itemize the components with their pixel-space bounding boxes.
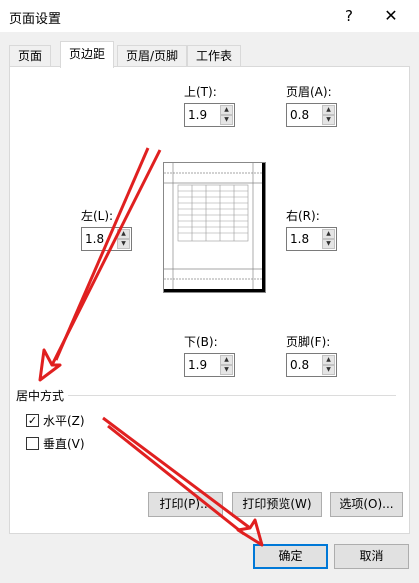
right-margin-value[interactable]: 1.8 (290, 232, 309, 246)
horizontal-checkbox-label[interactable]: 水平(Z) (43, 412, 85, 429)
margins-panel: 上(T): 1.9 ▲ ▼ 页眉(A): 0.8 ▲ ▼ 左(L): 1.8 ▲… (9, 66, 410, 534)
group-divider (66, 395, 396, 396)
vertical-checkbox[interactable] (26, 436, 39, 450)
tab-header-footer[interactable]: 页眉/页脚 (117, 45, 188, 67)
left-margin-value[interactable]: 1.8 (85, 232, 104, 246)
spin-up-icon[interactable]: ▲ (322, 355, 335, 365)
spin-down-icon[interactable]: ▼ (322, 365, 335, 375)
right-margin-label: 右(R): (286, 209, 320, 223)
header-margin-label: 页眉(A): (286, 85, 332, 99)
vertical-checkbox-label[interactable]: 垂直(V) (43, 435, 85, 452)
print-preview-button[interactable]: 打印预览(W) (232, 492, 322, 517)
spin-up-icon[interactable]: ▲ (322, 105, 335, 115)
tab-sheet[interactable]: 工作表 (187, 45, 242, 67)
bottom-margin-label: 下(B): (184, 335, 218, 349)
tab-page[interactable]: 页面 (9, 45, 52, 67)
footer-margin-label: 页脚(F): (286, 335, 331, 349)
cancel-button[interactable]: 取消 (334, 544, 409, 569)
close-icon[interactable]: ✕ (379, 4, 403, 28)
spin-down-icon[interactable]: ▼ (220, 115, 233, 125)
footer-margin-value[interactable]: 0.8 (290, 358, 309, 372)
header-margin-value[interactable]: 0.8 (290, 108, 309, 122)
title-bar: 页面设置 ? ✕ (0, 0, 419, 32)
spin-up-icon[interactable]: ▲ (322, 229, 335, 239)
bottom-margin-spinner[interactable]: 1.9 ▲ ▼ (184, 353, 235, 377)
left-margin-label: 左(L): (81, 209, 114, 223)
left-margin-spinner[interactable]: 1.8 ▲ ▼ (81, 227, 132, 251)
page-preview-drawing (164, 163, 262, 289)
center-on-page-label: 居中方式 (16, 387, 69, 404)
spin-up-icon[interactable]: ▲ (220, 105, 233, 115)
tab-margins[interactable]: 页边距 (60, 41, 115, 68)
footer-margin-spinner[interactable]: 0.8 ▲ ▼ (286, 353, 337, 377)
bottom-margin-value[interactable]: 1.9 (188, 358, 207, 372)
dialog-title: 页面设置 (9, 12, 62, 27)
help-icon[interactable]: ? (338, 4, 360, 28)
spin-up-icon[interactable]: ▲ (117, 229, 130, 239)
spin-down-icon[interactable]: ▼ (220, 365, 233, 375)
header-margin-spinner[interactable]: 0.8 ▲ ▼ (286, 103, 337, 127)
top-margin-value[interactable]: 1.9 (188, 108, 207, 122)
horizontal-checkbox[interactable]: ✓ (26, 413, 39, 427)
spin-down-icon[interactable]: ▼ (322, 239, 335, 249)
page-preview (163, 162, 266, 293)
print-button[interactable]: 打印(P)... (148, 492, 223, 517)
spin-down-icon[interactable]: ▼ (322, 115, 335, 125)
right-margin-spinner[interactable]: 1.8 ▲ ▼ (286, 227, 337, 251)
vertical-checkbox-row[interactable]: 垂直(V) (26, 435, 85, 451)
ok-button[interactable]: 确定 (253, 544, 328, 569)
top-margin-spinner[interactable]: 1.9 ▲ ▼ (184, 103, 235, 127)
spin-up-icon[interactable]: ▲ (220, 355, 233, 365)
horizontal-checkbox-row[interactable]: ✓ 水平(Z) (26, 412, 85, 428)
top-margin-label: 上(T): (184, 85, 217, 99)
spin-down-icon[interactable]: ▼ (117, 239, 130, 249)
options-button[interactable]: 选项(O)... (330, 492, 403, 517)
